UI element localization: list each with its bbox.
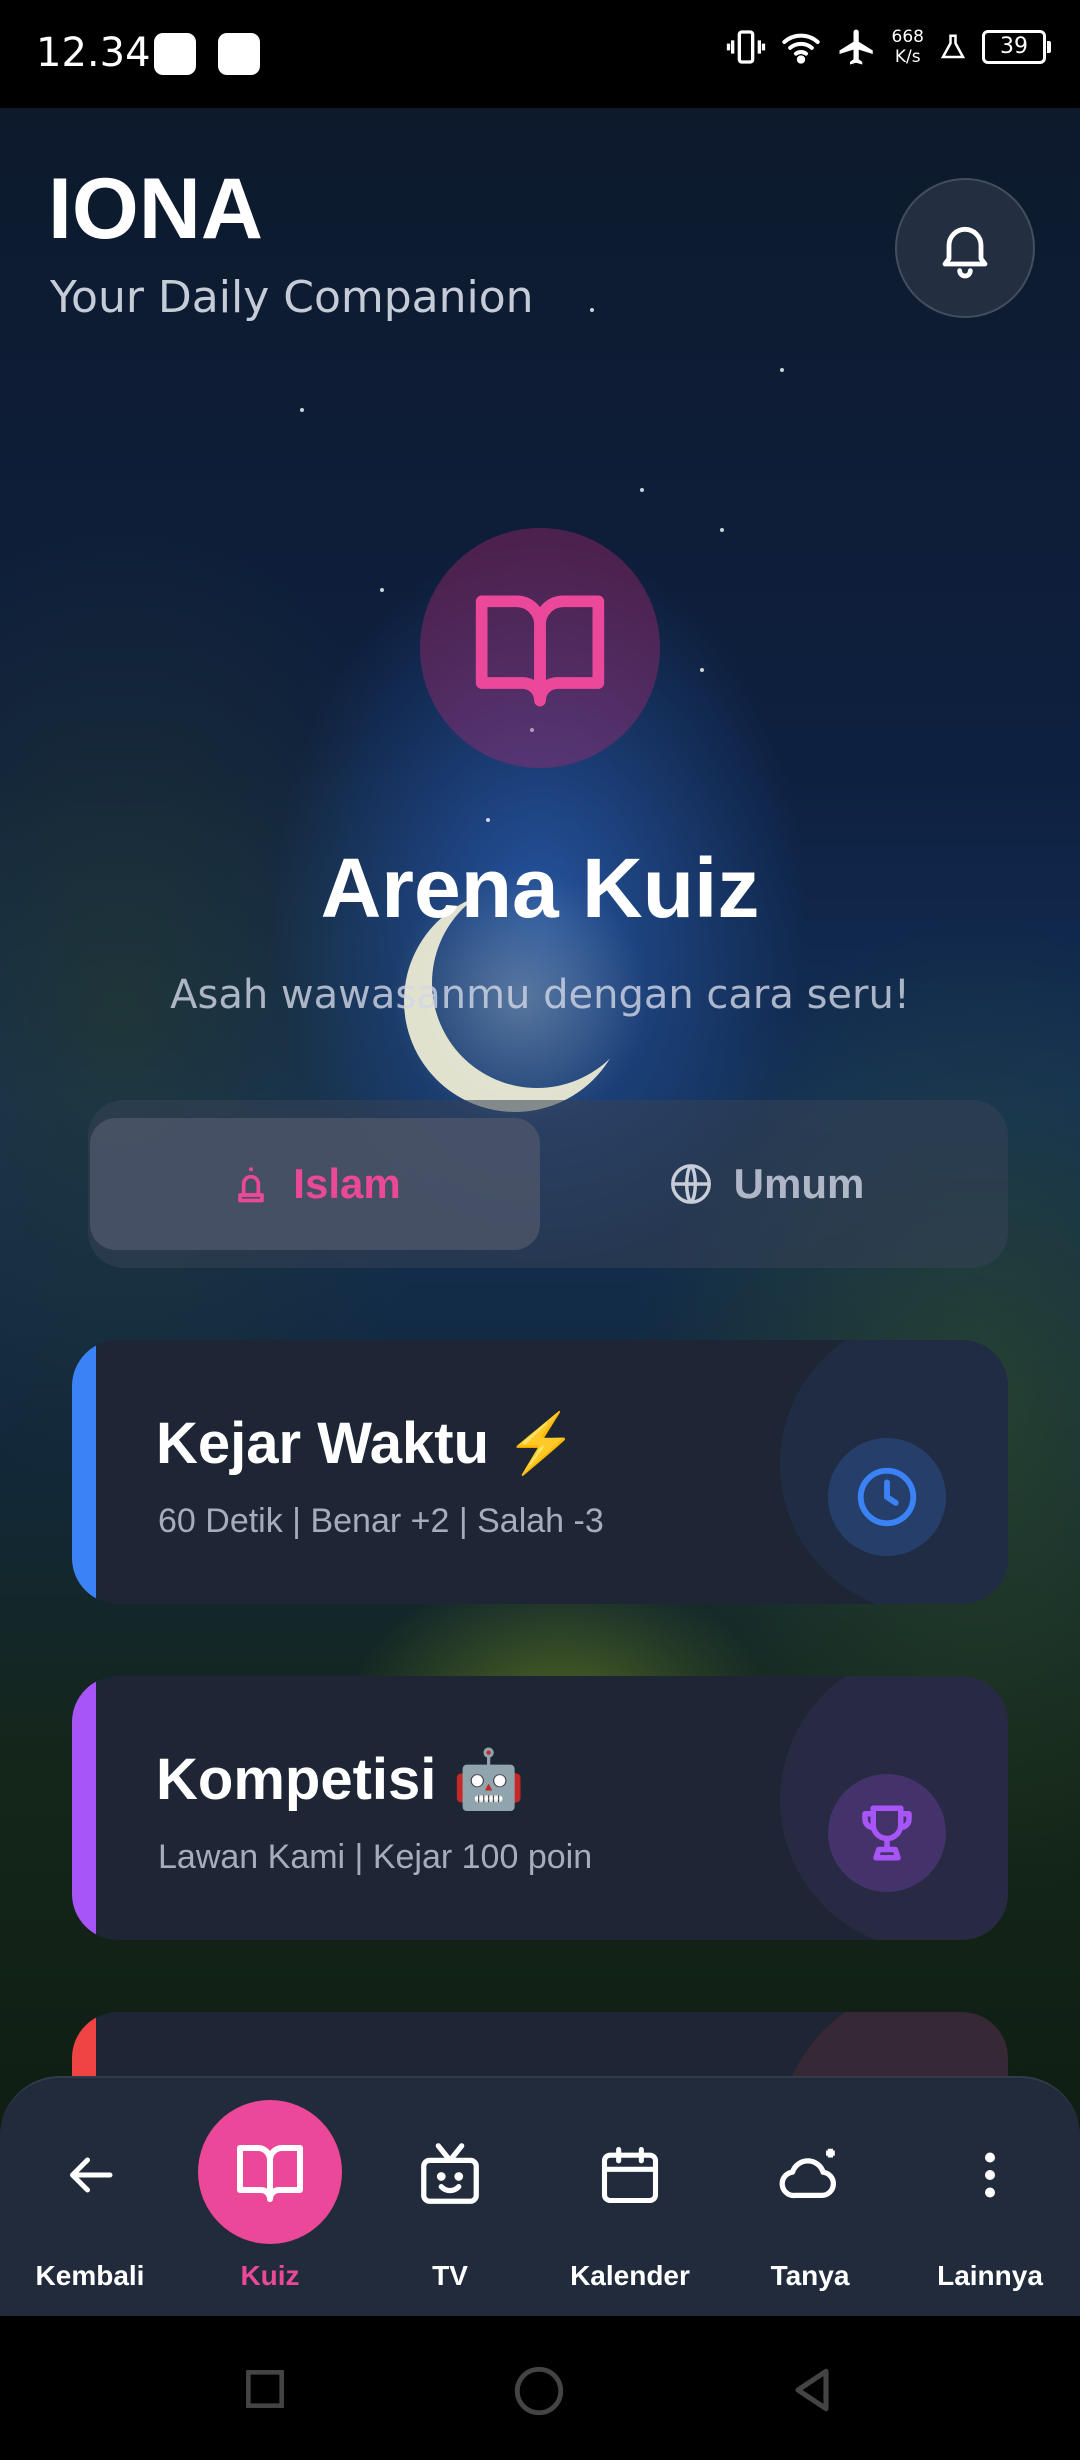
- nav-label: Lainnya: [937, 2260, 1043, 2291]
- bell-icon: [942, 226, 988, 279]
- tab-label: Umum: [733, 1160, 865, 1207]
- nav-label: Kembali: [35, 2260, 145, 2291]
- nav-label: Kuiz: [240, 2260, 300, 2291]
- nav-lainnya[interactable]: Lainnya: [900, 2078, 1080, 2318]
- tab-umum[interactable]: Umum: [540, 1118, 992, 1250]
- status-time: 12.34: [36, 30, 151, 76]
- nav-kalender[interactable]: Kalender: [540, 2078, 720, 2318]
- status-bar: 12.34 668 K/s 39: [0, 0, 1080, 108]
- mode-card-kejar-waktu[interactable]: Kejar Waktu ⚡ 60 Detik | Benar +2 | Sala…: [72, 1340, 1008, 1604]
- card-subtitle: Lawan Kami | Kejar 100 poin: [158, 1838, 593, 1876]
- card-subtitle: 60 Detik | Benar +2 | Salah -3: [158, 1502, 604, 1540]
- app-title: IONA: [48, 161, 263, 257]
- tv-icon: [405, 2130, 495, 2220]
- battery-indicator: 39: [982, 30, 1051, 64]
- book-icon: [198, 2100, 342, 2244]
- globe-icon: [670, 1164, 711, 1204]
- back-arrow-icon: [45, 2130, 135, 2220]
- page-subtitle: Asah wawasanmu dengan cara seru!: [170, 972, 910, 1018]
- notification-button[interactable]: [895, 178, 1035, 318]
- page-title: Arena Kuiz: [320, 841, 760, 935]
- nav-label: Kalender: [570, 2260, 690, 2291]
- nav-kembali[interactable]: Kembali: [0, 2078, 180, 2318]
- card-accent-stripe: [72, 1340, 96, 1604]
- lab-flask-icon: [940, 34, 966, 59]
- tab-islam[interactable]: Islam: [90, 1118, 540, 1250]
- open-book-icon: [475, 595, 605, 707]
- vibrate-icon: [726, 30, 765, 64]
- card-title: Kejar Waktu ⚡: [156, 1411, 578, 1476]
- nav-label: TV: [432, 2260, 468, 2291]
- category-segmented-control: Islam Umum: [88, 1100, 1008, 1268]
- hero-icon-badge: [420, 528, 660, 768]
- nav-label: Tanya: [770, 2260, 850, 2291]
- notification-icon: [154, 33, 196, 75]
- app-subtitle: Your Daily Companion: [50, 272, 534, 323]
- calendar-icon: [585, 2130, 675, 2220]
- nav-kuiz[interactable]: Kuiz: [180, 2078, 360, 2318]
- tab-label: Islam: [293, 1160, 401, 1207]
- network-speed: 668 K/s: [891, 27, 924, 67]
- more-vertical-icon: [945, 2130, 1035, 2220]
- card-accent-stripe: [72, 1676, 96, 1940]
- nav-tv[interactable]: TV: [360, 2078, 540, 2318]
- card-title: Kompetisi 🤖: [156, 1747, 525, 1812]
- home-button[interactable]: [510, 2362, 568, 2420]
- bottom-navigation: Kembali Kuiz TV Kalender Tanya Lainnya: [0, 2076, 1080, 2318]
- mode-card-kompetisi[interactable]: Kompetisi 🤖 Lawan Kami | Kejar 100 poin: [72, 1676, 1008, 1940]
- system-navigation-bar: [0, 2316, 1080, 2460]
- mosque-bell-icon: [238, 1167, 265, 1203]
- notification-icon: [218, 33, 260, 75]
- trophy-icon: [828, 1774, 946, 1892]
- nav-tanya[interactable]: Tanya: [720, 2078, 900, 2318]
- recents-button[interactable]: [240, 2364, 290, 2414]
- chat-cloud-icon: [765, 2130, 855, 2220]
- clock-icon: [828, 1438, 946, 1556]
- airplane-icon: [839, 29, 873, 65]
- wifi-icon: [781, 33, 820, 64]
- back-button[interactable]: [784, 2362, 840, 2418]
